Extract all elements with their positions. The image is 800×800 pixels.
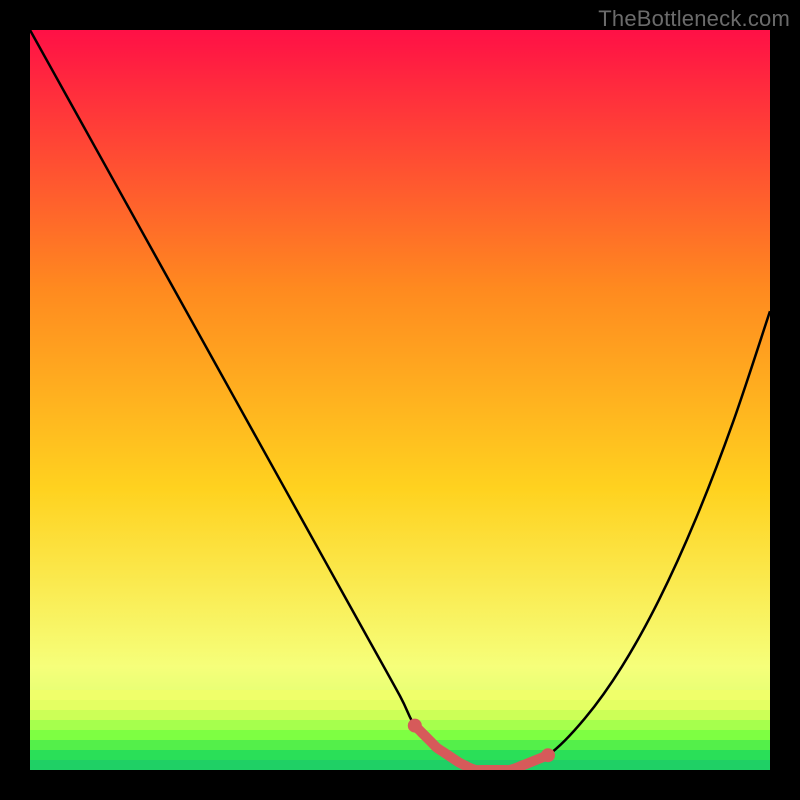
chart-container: TheBottleneck.com xyxy=(0,0,800,800)
bottleneck-chart xyxy=(0,0,800,800)
plot-background xyxy=(30,30,770,770)
optimal-range-end-dot xyxy=(541,748,555,762)
optimal-range-start-dot xyxy=(408,719,422,733)
watermark-text: TheBottleneck.com xyxy=(598,6,790,32)
bottom-strip-bands xyxy=(30,690,770,770)
